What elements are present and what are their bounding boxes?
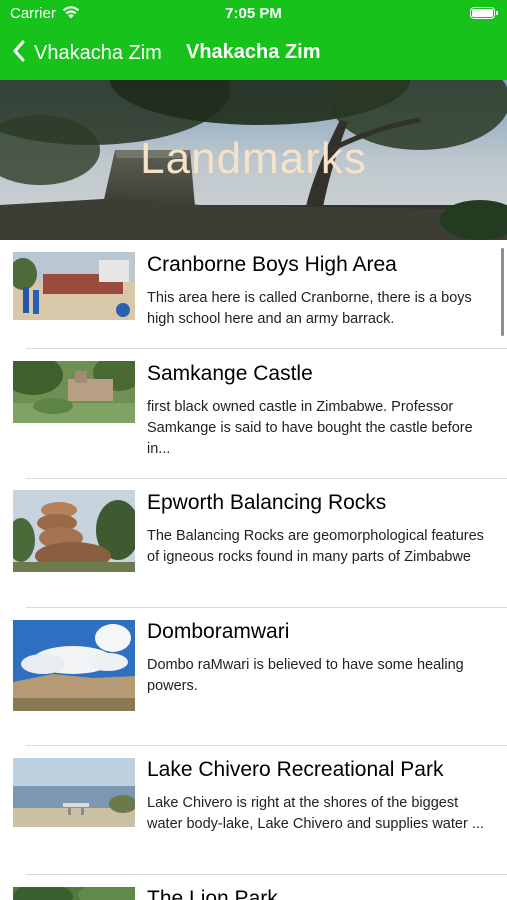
- back-label: Vhakacha Zim: [34, 41, 162, 64]
- landmark-title: The Lion Park: [147, 887, 278, 900]
- clock: 7:05 PM: [225, 5, 282, 22]
- list-item-lion-park[interactable]: The Lion Park: [0, 874, 507, 900]
- landmarks-banner: Landmarks: [0, 80, 507, 240]
- nav-bar: Vhakacha Zim Vhakacha Zim: [0, 32, 507, 74]
- page-title: Vhakacha Zim: [186, 41, 321, 63]
- landmark-title: Lake Chivero Recreational Park: [147, 758, 444, 781]
- landmark-title: Domboramwari: [147, 620, 290, 643]
- landmark-thumbnail: [13, 252, 135, 320]
- landmark-description: first black owned castle in Zimbabwe. Pr…: [147, 399, 473, 457]
- landmark-title: Samkange Castle: [147, 362, 313, 385]
- landmarks-list[interactable]: Cranborne Boys High Area This area here …: [0, 240, 507, 900]
- battery-icon: [470, 7, 498, 19]
- back-button[interactable]: Vhakacha Zim: [12, 38, 162, 68]
- list-item-domboramwari[interactable]: Domboramwari Dombo raMwari is believed t…: [0, 607, 507, 745]
- landmark-description: Dombo raMwari is believed to have some h…: [147, 657, 464, 694]
- landmark-description: Lake Chivero is right at the shores of t…: [147, 795, 484, 832]
- landmark-thumbnail: [13, 620, 135, 711]
- scrollbar[interactable]: [501, 248, 504, 336]
- list-item-epworth-balancing-rocks[interactable]: Epworth Balancing Rocks The Balancing Ro…: [0, 478, 507, 607]
- landmark-description: The Balancing Rocks are geomorphological…: [147, 528, 484, 565]
- landmark-thumbnail: [13, 887, 135, 900]
- landmark-thumbnail: [13, 758, 135, 827]
- status-bar: Carrier 7:05 PM: [0, 0, 507, 28]
- banner-title: Landmarks: [140, 134, 367, 183]
- landmark-description: This area here is called Cranborne, ther…: [147, 290, 472, 327]
- landmark-thumbnail: [13, 361, 135, 423]
- chevron-left-icon: [12, 40, 26, 67]
- landmark-thumbnail: [13, 490, 135, 572]
- list-item-lake-chivero[interactable]: Lake Chivero Recreational Park Lake Chiv…: [0, 745, 507, 874]
- navigation-header: Carrier 7:05 PM Vhakacha Zim Vhakacha Zi…: [0, 0, 507, 80]
- list-item-cranborne[interactable]: Cranborne Boys High Area This area here …: [0, 240, 507, 349]
- landmark-title: Cranborne Boys High Area: [147, 253, 397, 276]
- landmark-title: Epworth Balancing Rocks: [147, 491, 387, 514]
- list-item-samkange-castle[interactable]: Samkange Castle first black owned castle…: [0, 349, 507, 478]
